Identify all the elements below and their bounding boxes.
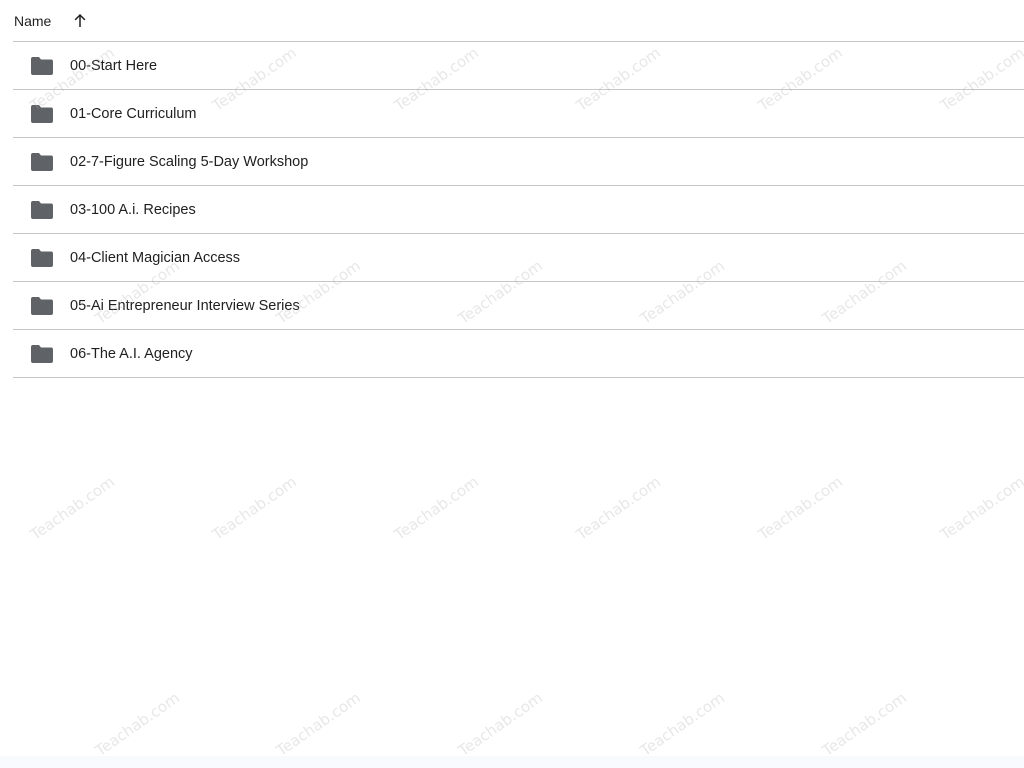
- watermark: Teachab.com: [937, 472, 1024, 544]
- folder-row[interactable]: 02-7-Figure Scaling 5-Day Workshop: [13, 138, 1024, 186]
- folder-name: 00-Start Here: [70, 57, 158, 74]
- folder-row[interactable]: 06-The A.I. Agency: [13, 330, 1024, 378]
- watermark: Teachab.com: [755, 472, 846, 544]
- folder-row[interactable]: 03-100 A.i. Recipes: [13, 186, 1024, 234]
- name-column-label: Name: [14, 12, 52, 29]
- folder-icon: [31, 56, 53, 75]
- folder-row[interactable]: 01-Core Curriculum: [13, 90, 1024, 138]
- folder-name: 03-100 A.i. Recipes: [70, 201, 196, 218]
- sort-by-name-button[interactable]: Name: [13, 5, 89, 37]
- watermark: Teachab.com: [273, 688, 364, 760]
- folder-rows: 00-Start Here 01-Core Curriculum 02-7-Fi…: [13, 42, 1024, 378]
- arrow-upward-icon: [71, 12, 89, 30]
- column-header-row: Name: [13, 0, 1024, 42]
- folder-icon: [31, 152, 53, 171]
- bottom-strip: [0, 756, 1024, 768]
- watermark: Teachab.com: [27, 472, 118, 544]
- watermark: Teachab.com: [819, 688, 910, 760]
- folder-icon: [31, 104, 53, 123]
- file-list: Name 00-Start Here 01-Core Curriculum 02…: [13, 0, 1024, 378]
- folder-row[interactable]: 00-Start Here: [13, 42, 1024, 90]
- folder-row[interactable]: 05-Ai Entrepreneur Interview Series: [13, 282, 1024, 330]
- watermark: Teachab.com: [92, 688, 183, 760]
- watermark: Teachab.com: [455, 688, 546, 760]
- file-browser-page: Name 00-Start Here 01-Core Curriculum 02…: [0, 0, 1024, 768]
- folder-icon: [31, 296, 53, 315]
- watermark: Teachab.com: [391, 472, 482, 544]
- folder-name: 06-The A.I. Agency: [70, 345, 193, 362]
- folder-icon: [31, 248, 53, 267]
- folder-name: 05-Ai Entrepreneur Interview Series: [70, 297, 300, 314]
- watermark: Teachab.com: [209, 472, 300, 544]
- folder-icon: [31, 200, 53, 219]
- watermark: Teachab.com: [637, 688, 728, 760]
- folder-icon: [31, 344, 53, 363]
- folder-name: 02-7-Figure Scaling 5-Day Workshop: [70, 153, 309, 170]
- watermark: Teachab.com: [573, 472, 664, 544]
- folder-name: 01-Core Curriculum: [70, 105, 197, 122]
- folder-name: 04-Client Magician Access: [70, 249, 241, 266]
- folder-row[interactable]: 04-Client Magician Access: [13, 234, 1024, 282]
